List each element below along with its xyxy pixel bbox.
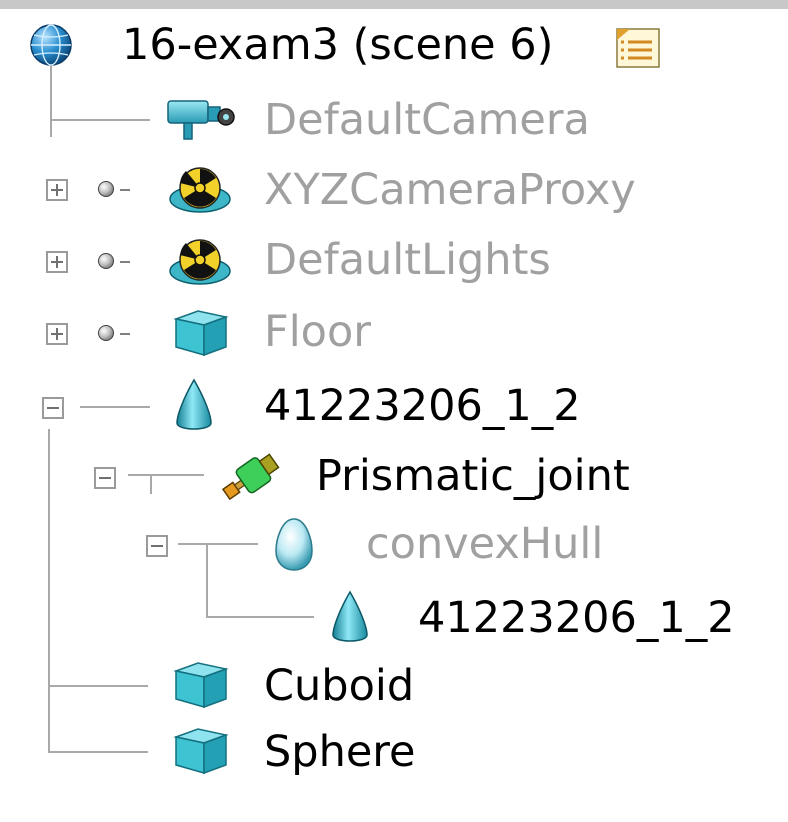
tree-item-label: Cuboid [264, 661, 415, 711]
tree-item-label: 41223206_1_2 [264, 381, 581, 431]
globe-icon [28, 20, 74, 70]
tree-item-41223206-1-2-child[interactable]: 41223206_1_2 [0, 587, 788, 649]
tree-item-defaultcamera[interactable]: DefaultCamera [0, 89, 788, 151]
collapse-toggle[interactable] [42, 397, 64, 419]
tree-item-label: convexHull [366, 519, 604, 569]
tree-item-cuboid[interactable]: Cuboid [0, 655, 788, 717]
cube-icon [168, 725, 234, 777]
cube-icon [168, 659, 234, 711]
tree-item-convexhull[interactable]: convexHull [0, 513, 788, 575]
tree-item-xyzcameraproxy[interactable]: XYZCameraProxy [0, 159, 788, 221]
tree-item-label: 41223206_1_2 [418, 593, 735, 643]
camera-icon [164, 93, 236, 147]
tree-item-label: 16-exam3 (scene 6) [122, 20, 554, 70]
tree-item-defaultlights[interactable]: DefaultLights [0, 229, 788, 291]
tree-connector [120, 261, 130, 263]
collapse-toggle[interactable] [94, 467, 116, 489]
joint-icon [218, 449, 284, 505]
expand-toggle[interactable] [46, 251, 68, 273]
tree-connector [120, 333, 130, 335]
radiation-node-icon [166, 235, 234, 289]
tree-item-label: Sphere [264, 727, 416, 777]
cube-icon [168, 307, 234, 359]
tree-item-label: Prismatic_joint [316, 451, 630, 501]
visibility-dot-icon[interactable] [98, 181, 114, 197]
notes-icon[interactable] [612, 24, 664, 70]
tree-root-row[interactable]: 16-exam3 (scene 6) [0, 14, 788, 76]
visibility-dot-icon[interactable] [98, 325, 114, 341]
tree-item-41223206-1-2[interactable]: 41223206_1_2 [0, 375, 788, 437]
tree-item-floor[interactable]: Floor [0, 301, 788, 363]
tree-item-label: DefaultLights [264, 235, 551, 285]
tree-item-prismatic-joint[interactable]: Prismatic_joint [0, 445, 788, 507]
collapse-toggle[interactable] [146, 535, 168, 557]
scene-tree[interactable]: 16-exam3 (scene 6) DefaultCamera XYZCame… [0, 9, 788, 822]
tree-item-label: Floor [264, 307, 371, 357]
tree-connector [120, 189, 130, 191]
cone-icon [328, 589, 372, 647]
visibility-dot-icon[interactable] [98, 253, 114, 269]
tree-item-label: DefaultCamera [264, 95, 590, 145]
cone-icon [172, 377, 216, 435]
egg-icon [272, 515, 316, 573]
tree-item-label: XYZCameraProxy [264, 165, 636, 215]
expand-toggle[interactable] [46, 323, 68, 345]
radiation-node-icon [166, 163, 234, 217]
tree-item-sphere[interactable]: Sphere [0, 721, 788, 783]
panel-header-bar [0, 0, 788, 9]
expand-toggle[interactable] [46, 179, 68, 201]
